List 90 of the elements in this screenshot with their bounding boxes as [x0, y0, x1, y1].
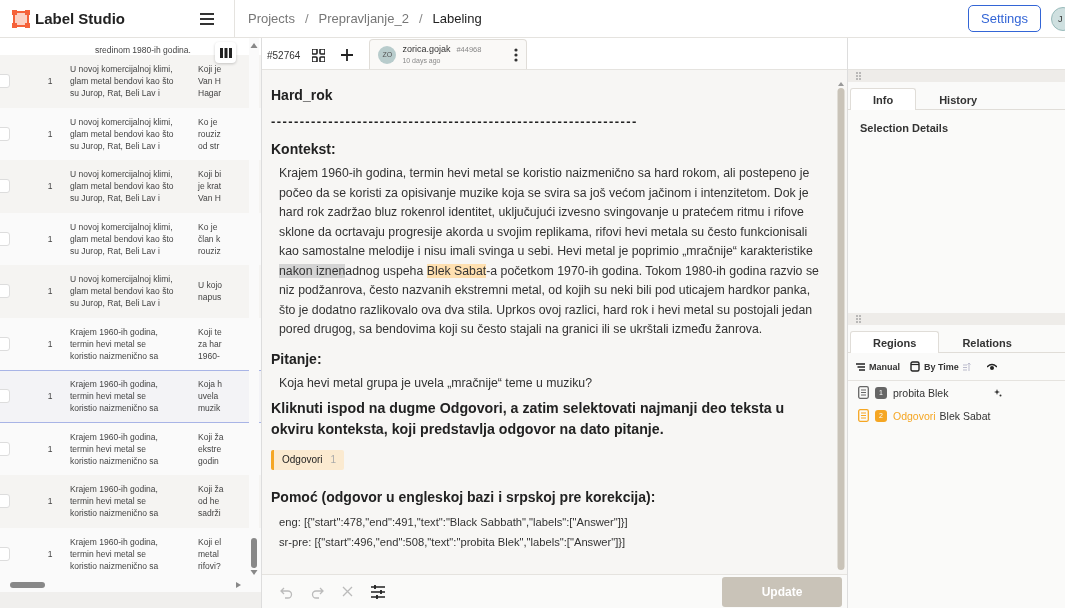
panel-title: Selection Details: [859, 121, 950, 134]
task-id: #52764: [267, 48, 301, 63]
table-cell-text: 1: [46, 337, 54, 350]
user-avatar[interactable]: J: [1051, 6, 1065, 31]
help-text: eng: [{"start":478,"end":491,"text":"Black Sabbath","labels":["Answer"]}]: [279, 514, 629, 530]
text-region-icon: [858, 386, 869, 399]
table-row[interactable]: 1 U novoj komercijalnoj klimi, glam metal bendovi kao što su Jurop, Rat, Beli Lav i Koji bi je krat Van H: [0, 160, 261, 213]
table-cell-text: U novoj komercijalnoj klimi, glam metal bendovi kao što su Jurop, Rat, Beli Lav i: [70, 220, 175, 257]
panel-tab[interactable]: Regions: [850, 331, 940, 353]
settings-sliders-icon[interactable]: [371, 584, 385, 599]
app-logo-text: Label Studio: [35, 10, 125, 27]
table-row[interactable]: 1 U novoj komercijalnoj klimi, glam metal bendovi kao što su Jurop, Rat, Beli Lav i U kojo napus: [0, 265, 261, 318]
breadcrumb-link[interactable]: Prepravljanje_2: [318, 11, 409, 26]
table-cell-text: U kojo napus: [198, 279, 224, 304]
panel-tab[interactable]: Relations: [939, 331, 1035, 353]
table-cell-text: 1: [46, 495, 54, 508]
label-button[interactable]: Odgovori 1: [271, 449, 345, 470]
instruction-text: Kliknuti ispod na dugme Odgovori, a zatim selektovati najmanji deo teksta u okviru konteksta, koji predstavlja odgovor na dato pitanje.: [271, 398, 786, 439]
section-heading: Kontekst:: [271, 140, 337, 158]
menu-icon[interactable]: [200, 12, 214, 25]
text-region-icon: [858, 409, 869, 422]
settings-button[interactable]: Settings: [968, 5, 1041, 32]
sort-dropdown[interactable]: By Time: [910, 361, 971, 372]
order-toggle[interactable]: Manual: [856, 361, 900, 372]
calendar-icon: [910, 361, 920, 372]
table-cell-text: Krajem 1960-ih godina, termin hevi metal se koristio naizmenično sa: [70, 325, 160, 362]
table-cell-text: Krajem 1960-ih godina, termin hevi metal se koristio naizmenično sa: [70, 430, 160, 467]
table-cell-text: 1: [46, 127, 54, 140]
section-heading: Pomoć (odgovor u engleskoj bazi i srpskoj pre korekcija):: [271, 487, 657, 506]
breadcrumb-link[interactable]: Projects: [248, 11, 295, 26]
breadcrumb-link[interactable]: Labeling: [432, 11, 482, 26]
table-cell-text: Krajem 1960-ih godina, termin hevi metal se koristio naizmenično sa: [70, 483, 160, 520]
table-cell-text: Krajem 1960-ih godina, termin hevi metal se koristio naizmenično sa: [70, 535, 160, 572]
table-cell-text: 1: [46, 547, 54, 560]
table-cell-text: Koji te za har 1960-: [198, 325, 223, 362]
columns-button[interactable]: [215, 42, 236, 63]
breadcrumb-separator: /: [304, 11, 309, 26]
table-cell: sredinom 1980-ih godina.: [95, 45, 191, 55]
region-text: probita Blek: [893, 386, 949, 399]
table-cell-text: U novoj komercijalnoj klimi, glam metal bendovi kao što su Jurop, Rat, Beli Lav i: [70, 115, 175, 152]
sort-icon: [962, 361, 971, 372]
table-cell-text: U novoj komercijalnoj klimi, glam metal bendovi kao što su Jurop, Rat, Beli Lav i: [70, 63, 175, 100]
table-cell-text: U novoj komercijalnoj klimi, glam metal bendovi kao što su Jurop, Rat, Beli Lav i: [70, 273, 175, 310]
panel-tab[interactable]: History: [916, 88, 1001, 110]
sparkle-icon: [994, 388, 1003, 397]
table-cell-text: U novoj komercijalnoj klimi, glam metal bendovi kao što su Jurop, Rat, Beli Lav i: [70, 168, 175, 205]
close-icon[interactable]: [342, 586, 353, 597]
table-cell-text: 1: [46, 390, 54, 403]
table-cell-text: 1: [46, 285, 54, 298]
question-text: Koja hevi metal grupa je uvela „mračnije“ teme u muziku?: [279, 374, 594, 392]
table-row[interactable]: 1 Krajem 1960-ih godina, termin hevi metal se koristio naizmenično sa Koji el metal rifovi?: [0, 527, 261, 580]
list-icon: [856, 362, 865, 371]
help-text: sr-pre: [{"start":496,"end":508,"text":"probita Blek","labels":["Answer"]}]: [279, 534, 627, 550]
panel-tab[interactable]: Info: [850, 88, 917, 110]
logo-icon: [12, 9, 30, 28]
table-cell-text: Koja h uvela muzik: [198, 378, 224, 415]
table-cell-text: Koji ža ekstre godin: [198, 430, 225, 467]
table-cell-text: 1: [46, 75, 54, 88]
context-paragraph: Krajem 1960-ih godina, termin hevi metal se koristio naizmenično sa hard rokom, ali postepeno je počeo da se koristi za opisivanje muzike koja se svira sa još većom jačinom i intenzitetom. Dok je hard rok zadržao bluz rokenrol identitet, uključujući izvesno svingovanje u pratećem ritmu i rifove sklone da ocrtavaju progresije akorda u svojim replikama, rifovi hevi metala su često funkcionisali kao samostalne melodije i nisu imali svinga u sebi. Hevi metal je poprimio „mračnije“ karakteristike nakon iznenadnog uspeha Blek Sabat-a početkom 1970-ih godina. Tokom 1980-ih godina razvio se niz podžanrova, često nazvanih ekstremni metal, od kojih su neki bili pod uticajem hardkor panka, što je dodatno razlikovalo ova dva stila. Uprkos ovoj razlici, hard rok i hevi metal su postojali jedan pored drugog, sa bendovima koji su često stajali na granici ili se ukrštali između žanrova.: [279, 165, 820, 338]
more-icon[interactable]: [514, 47, 519, 62]
table-cell-text: 1: [46, 180, 54, 193]
table-cell-text: Krajem 1960-ih godina, termin hevi metal se koristio naizmenično sa: [70, 378, 160, 415]
drag-handle-icon[interactable]: [856, 315, 861, 323]
region-text: Blek Sabat: [939, 409, 991, 422]
table-row[interactable]: 1 Krajem 1960-ih godina, termin hevi metal se koristio naizmenično sa Koji ža od he sadrži: [0, 475, 261, 528]
section-heading: Pitanje:: [271, 349, 323, 368]
table-row[interactable]: 1 Krajem 1960-ih godina, termin hevi metal se koristio naizmenično sa Koja h uvela muzik: [0, 370, 261, 423]
grid-icon[interactable]: [312, 48, 326, 62]
task-title: Hard_rok: [271, 86, 334, 104]
eye-icon[interactable]: [986, 362, 997, 371]
table-row[interactable]: 1 Krajem 1960-ih godina, termin hevi metal se koristio naizmenično sa Koji ža ekstre godin: [0, 422, 261, 475]
table-cell-text: 1: [46, 232, 54, 245]
table-cell-text: 1: [46, 442, 54, 455]
table-row[interactable]: 1 U novoj komercijalnoj klimi, glam metal bendovi kao što su Jurop, Rat, Beli Lav i Ko je član k rouziz: [0, 212, 261, 265]
region-label: Odgovori: [893, 409, 936, 422]
breadcrumb-separator: /: [418, 11, 423, 26]
drag-handle-icon[interactable]: [856, 72, 861, 80]
table-cell-text: Koji ža od he sadrži: [198, 483, 225, 520]
table-row[interactable]: 1 U novoj komercijalnoj klimi, glam metal bendovi kao što su Jurop, Rat, Beli Lav i Ko je rouziz od str: [0, 107, 261, 160]
table-cell-text: Koji je Van H Hagar: [198, 63, 223, 100]
table-row[interactable]: 1 Krajem 1960-ih godina, termin hevi metal se koristio naizmenično sa Koji te za har 1960-: [0, 317, 261, 370]
table-cell-text: Ko je rouziz od str: [198, 115, 222, 152]
divider-text: ----------------------------------------------------------------: [271, 114, 639, 130]
table-row[interactable]: 1 U novoj komercijalnoj klimi, glam metal bendovi kao što su Jurop, Rat, Beli Lav i Koji je Van H Hagar: [0, 55, 261, 108]
table-cell-text: Koji bi je krat Van H: [198, 168, 223, 205]
table-cell-text: Koji el metal rifovi?: [198, 535, 223, 572]
table-cell-text: Ko je član k rouziz: [198, 220, 222, 257]
plus-icon[interactable]: [341, 49, 354, 61]
annotator-name: zorica.gojak: [402, 43, 451, 54]
columns-icon: [219, 47, 232, 58]
